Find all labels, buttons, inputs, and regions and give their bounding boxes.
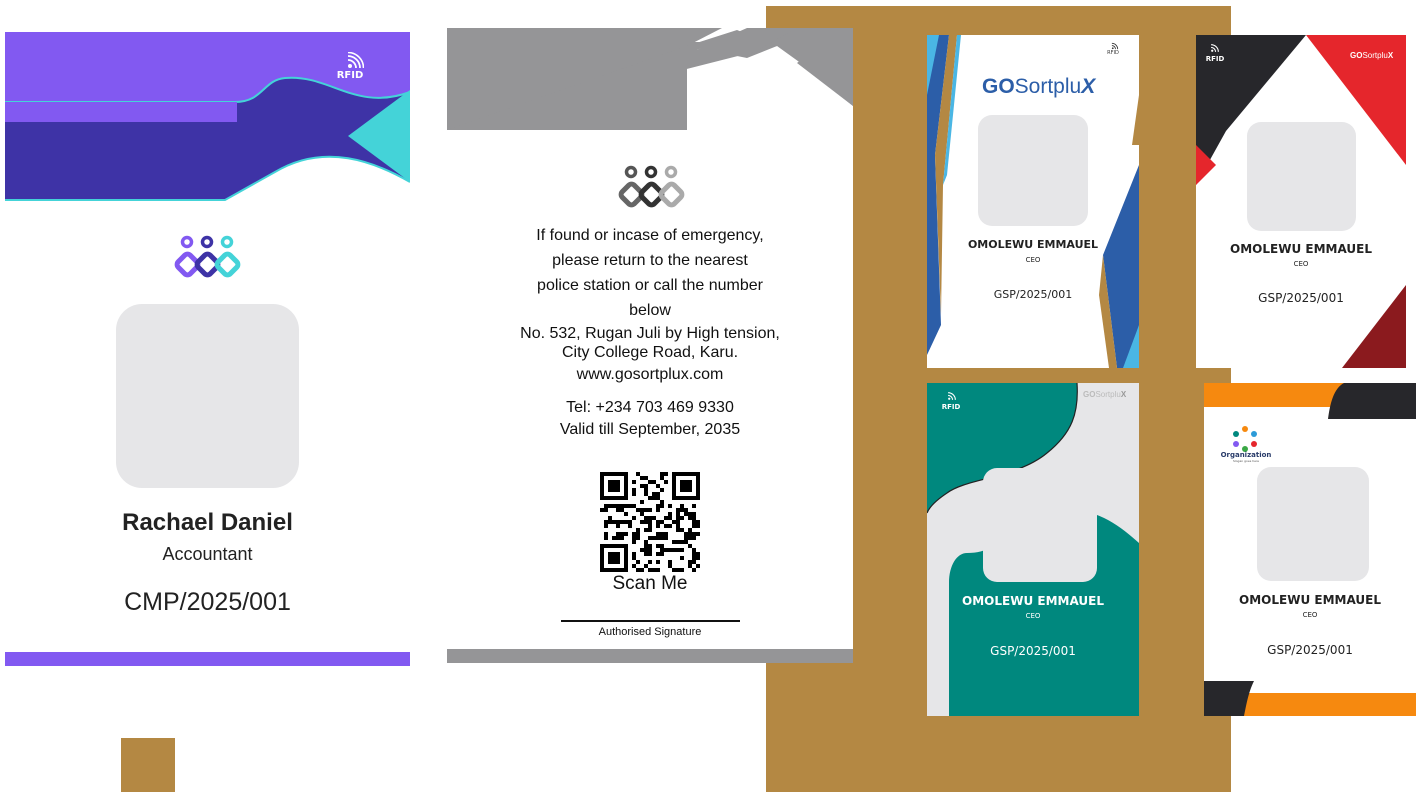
back-rings-logo-icon — [617, 164, 687, 214]
brand-rest: Sortplu — [1362, 51, 1388, 60]
thumbnail-card-blue[interactable]: RFID GOSortpluX OMOLEWU EMMAUEL CEO GSP/… — [927, 35, 1139, 368]
signature-line — [561, 620, 740, 622]
brand-x: X — [1120, 390, 1127, 399]
thumbnail-card-orange[interactable]: Organization Slogan goes here OMOLEWU EM… — [1204, 383, 1416, 716]
brand-x: X — [1081, 75, 1096, 98]
brand-x: X — [1387, 51, 1394, 60]
employee-code: GSP/2025/001 — [990, 644, 1076, 658]
rfid-signal-icon — [947, 391, 957, 401]
qr-caption: Scan Me — [612, 573, 688, 594]
thumbnail-card-red[interactable]: RFID GOSortpluX OMOLEWU EMMAUEL CEO GSP/… — [1196, 35, 1406, 368]
brand-rest: Sortplu — [1014, 75, 1082, 98]
employee-name: OMOLEWU EMMAUEL — [1239, 593, 1381, 607]
employee-code: GSP/2025/001 — [993, 288, 1073, 301]
rfid-signal-icon — [346, 52, 364, 70]
rings-logo-icon — [173, 232, 245, 288]
thumbnail-card-teal[interactable]: RFID GOSortpluX OMOLEWU EMMAUEL CEO GSP/… — [927, 383, 1139, 716]
rfid-signal-icon — [1210, 43, 1220, 53]
organization-label: Organization — [1220, 451, 1272, 459]
employee-role: CEO — [1293, 260, 1309, 268]
employee-name: OMOLEWU EMMAUEL — [1230, 242, 1372, 256]
id-card-front: RFID Rachael Daniel Accountant CMP/2025/… — [5, 32, 410, 666]
back-header-band — [447, 28, 853, 130]
back-footer-bar — [447, 649, 853, 663]
card-footer-bar — [5, 652, 410, 666]
organization-logo-icon — [1230, 425, 1260, 453]
employee-code: CMP/2025/001 — [124, 588, 291, 616]
id-card-back: If found or incase of emergency, please … — [447, 28, 853, 663]
photo-placeholder — [1247, 122, 1356, 231]
brand-logo: GOSortpluX — [1350, 51, 1393, 60]
brand-logo: GOSortpluX — [1083, 390, 1126, 399]
message-line: please return to the nearest — [552, 252, 748, 269]
qr-code-icon[interactable] — [600, 472, 700, 572]
brand-logo: GOSortpluX — [982, 75, 1095, 99]
rfid-label: RFID — [941, 403, 961, 411]
rfid-label: RFID — [1205, 55, 1225, 63]
employee-role: CEO — [1302, 611, 1318, 619]
emergency-message: If found or incase of emergency, please … — [447, 223, 853, 323]
photo-placeholder — [116, 304, 299, 488]
employee-name: OMOLEWU EMMAUEL — [962, 594, 1104, 608]
message-line: police station or call the number — [537, 277, 763, 294]
signature-label: Authorised Signature — [598, 626, 702, 638]
photo-placeholder — [1257, 467, 1369, 581]
employee-role: CEO — [1025, 612, 1041, 620]
employee-code: GSP/2025/001 — [1258, 291, 1344, 305]
employee-role: CEO — [1025, 256, 1041, 264]
message-line: below — [629, 302, 671, 319]
address-line: No. 532, Rugan Juli by High tension, — [520, 325, 780, 342]
organization-tagline: Slogan goes here — [1232, 459, 1260, 463]
photo-placeholder — [978, 115, 1088, 226]
brand-rest: Sortplu — [1095, 390, 1121, 399]
brand-go: GO — [1083, 390, 1096, 399]
website-text: www.gosortplux.com — [576, 366, 724, 383]
rfid-label: RFID — [336, 70, 364, 81]
telephone-text: Tel: +234 703 469 9330 — [566, 399, 734, 416]
brand-go: GO — [1350, 51, 1363, 60]
rfid-signal-icon — [1111, 42, 1119, 50]
message-line: If found or incase of emergency, — [536, 227, 764, 244]
employee-name: OMOLEWU EMMAUEL — [967, 238, 1099, 251]
employee-name: Rachael Daniel — [122, 509, 293, 536]
address-line: City College Road, Karu. — [561, 344, 739, 361]
photo-placeholder — [983, 468, 1097, 582]
validity-text: Valid till September, 2035 — [559, 421, 741, 438]
brand-go: GO — [982, 75, 1015, 98]
company-address: No. 532, Rugan Juli by High tension, Cit… — [447, 324, 853, 362]
gold-square-swatch — [121, 738, 175, 792]
employee-role: Accountant — [162, 544, 253, 564]
rfid-label: RFID — [1107, 50, 1119, 56]
employee-code: GSP/2025/001 — [1267, 643, 1353, 657]
